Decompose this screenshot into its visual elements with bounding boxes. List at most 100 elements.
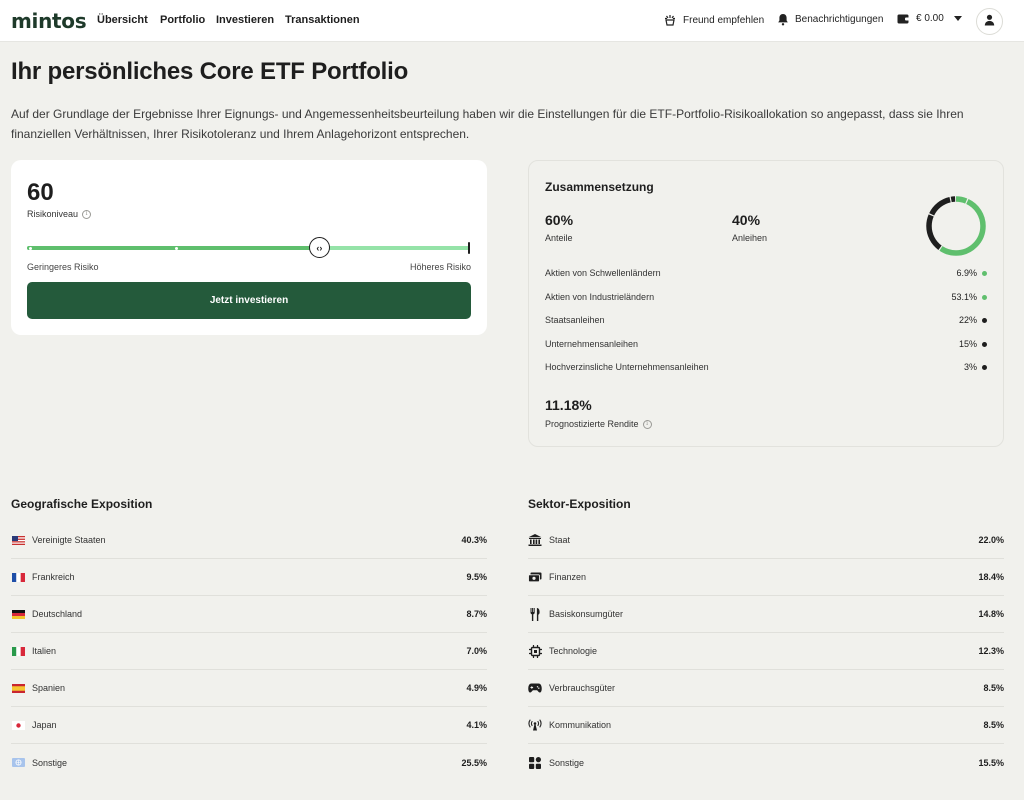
page-title: Ihr persönliches Core ETF Portfolio <box>11 58 409 85</box>
legend-dot <box>982 318 987 323</box>
sector-exposure-row: Kommunikation 8.5% <box>528 707 1004 744</box>
flag-us-icon <box>11 535 25 545</box>
invest-now-button[interactable]: Jetzt investieren <box>27 282 471 319</box>
geographic-exposure-value: 9.5% <box>466 572 487 582</box>
legend-dot <box>982 295 987 300</box>
sector-exposure-label: Kommunikation <box>549 720 612 730</box>
wallet-icon <box>897 13 910 24</box>
sector-exposure-value: 8.5% <box>983 720 1004 730</box>
sector-exposure-value: 22.0% <box>978 535 1004 545</box>
sector-exposure-row: Finanzen 18.4% <box>528 559 1004 596</box>
globe-flag-icon <box>11 758 25 768</box>
projected-return-label: Prognostizierte Rendite <box>545 419 639 429</box>
flag-jp-icon <box>11 720 25 730</box>
sector-exposure-value: 15.5% <box>978 757 1004 768</box>
lower-risk-label: Geringeres Risiko <box>27 262 99 272</box>
geographic-exposure-row: Vereinigte Staaten 40.3% <box>11 522 487 559</box>
composition-card: Zusammensetzung 60% Anteile 40% Anleihen… <box>528 160 1004 447</box>
geographic-exposure-label: Frankreich <box>32 572 75 582</box>
user-menu-button[interactable] <box>976 8 1003 35</box>
gamepad-icon <box>528 683 542 693</box>
sector-exposure-value: 14.8% <box>978 609 1004 619</box>
composition-row-value: 15% <box>958 339 977 349</box>
government-building-icon <box>528 534 542 546</box>
composition-row-value: 22% <box>958 315 977 325</box>
composition-row-value: 6.9% <box>956 268 977 278</box>
slider-step-dot <box>175 246 178 250</box>
gift-icon <box>663 13 677 27</box>
geographic-exposure-row: Deutschland 8.7% <box>11 596 487 633</box>
nav-link-portfolio[interactable]: Portfolio <box>160 14 205 26</box>
risk-slider-handle[interactable]: ‹› <box>308 237 330 258</box>
composition-title: Zusammensetzung <box>545 180 654 194</box>
geographic-exposure-title: Geografische Exposition <box>11 497 153 511</box>
refer-friend-label: Freund empfehlen <box>683 14 765 26</box>
slider-step-dot <box>29 246 32 250</box>
flag-fr-icon <box>11 572 25 582</box>
geographic-exposure-label: Deutschland <box>32 609 83 619</box>
flag-it-icon <box>11 646 25 656</box>
grid-icon <box>528 756 542 769</box>
higher-risk-label: Höheres Risiko <box>409 262 471 272</box>
geographic-exposure-row: Spanien 4.9% <box>11 670 487 707</box>
chip-icon <box>528 644 542 658</box>
mintos-logo[interactable]: mintos <box>11 9 87 33</box>
composition-row-value: 53.1% <box>951 292 977 302</box>
projected-return-label-row: Prognostizierte Rendite i <box>545 419 652 429</box>
sector-exposure-label: Basiskonsumgüter <box>549 609 624 619</box>
intro-text: Auf der Grundlage der Ergebnisse Ihrer E… <box>11 107 964 141</box>
geographic-exposure-row: Sonstige 25.5% <box>11 744 487 781</box>
money-icon <box>528 572 542 582</box>
composition-row-label: Staatsanleihen <box>545 315 605 325</box>
sector-exposure-label: Verbrauchsgüter <box>549 683 616 693</box>
sector-exposure-value: 12.3% <box>978 646 1004 656</box>
geographic-exposure-row: Italien 7.0% <box>11 633 487 670</box>
sector-exposure-label: Staat <box>549 535 571 545</box>
sector-exposure-row: Technologie 12.3% <box>528 633 1004 670</box>
sector-exposure-value: 8.5% <box>983 683 1004 693</box>
bonds-percentage: 40% <box>732 212 761 228</box>
geographic-exposure-value: 40.3% <box>461 535 487 545</box>
flag-es-icon <box>11 683 25 693</box>
geographic-exposure-row: Frankreich 9.5% <box>11 559 487 596</box>
sector-exposure-label: Sonstige <box>549 757 585 768</box>
sector-exposure-row: Basiskonsumgüter 14.8% <box>528 596 1004 633</box>
bonds-label: Anleihen <box>732 233 768 243</box>
info-icon[interactable]: i <box>82 209 92 219</box>
risk-level-card: 60 Risikoniveau i ‹› Geringeres Risiko H… <box>11 160 487 335</box>
geographic-exposure-value: 4.9% <box>466 683 487 693</box>
top-navigation: mintos Übersicht Portfolio Investieren T… <box>0 0 1024 42</box>
composition-row-label: Aktien von Industrieländern <box>545 292 655 302</box>
nav-link-transactions[interactable]: Transaktionen <box>285 14 360 26</box>
antenna-icon <box>528 719 542 731</box>
composition-row-value: 3% <box>963 362 977 372</box>
user-icon <box>984 13 995 31</box>
caret-down-icon <box>953 16 962 21</box>
cutlery-icon <box>528 607 542 621</box>
geographic-exposure-label: Vereinigte Staaten <box>32 535 106 545</box>
composition-row-label: Hochverzinsliche Unternehmensanleihen <box>545 362 709 372</box>
nav-link-overview[interactable]: Übersicht <box>97 14 148 26</box>
bell-icon <box>777 13 789 26</box>
slider-end-marker <box>468 242 470 254</box>
risk-level-label: Risikoniveau <box>27 209 79 219</box>
risk-level-label-row: Risikoniveau i <box>27 209 92 219</box>
refer-friend-link[interactable]: Freund empfehlen <box>663 13 764 27</box>
notifications-label: Benachrichtigungen <box>795 14 884 25</box>
geographic-exposure-label: Sonstige <box>32 757 68 768</box>
sector-exposure-row: Verbrauchsgüter 8.5% <box>528 670 1004 707</box>
sector-exposure-title: Sektor-Exposition <box>528 497 631 511</box>
balance-value: € 0.00 <box>916 13 944 24</box>
nav-link-invest[interactable]: Investieren <box>216 14 274 26</box>
risk-slider-track[interactable] <box>27 242 470 254</box>
composition-row-label: Aktien von Schwellenländern <box>545 268 661 278</box>
legend-dot <box>982 342 987 347</box>
notifications-link[interactable]: Benachrichtigungen <box>777 13 883 26</box>
geographic-exposure-value: 8.7% <box>466 609 487 619</box>
balance-dropdown[interactable]: € 0.00 <box>897 13 962 24</box>
shares-percentage: 60% <box>545 212 574 228</box>
projected-return-value: 11.18% <box>545 397 592 413</box>
sector-exposure-row: Staat 22.0% <box>528 522 1004 559</box>
geographic-exposure-row: Japan 4.1% <box>11 707 487 744</box>
info-icon[interactable]: i <box>642 419 652 429</box>
